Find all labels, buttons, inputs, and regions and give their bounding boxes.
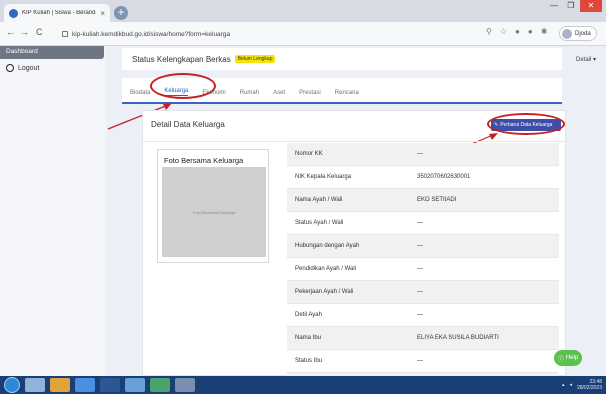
toolbar-icons: ⚲ ☆ ● ● ✱ (486, 27, 547, 36)
row-value: — (417, 243, 423, 249)
family-data-table: Nomor KK — NIK Kepala Keluarga 350207060263… (287, 143, 559, 394)
row-key: Status Ayah / Wali (295, 220, 344, 226)
extension-icon-2[interactable]: ● (528, 27, 533, 36)
sidebar: Dashboard Logout (0, 46, 106, 376)
help-label: Help (565, 355, 579, 361)
maximize-button[interactable]: ❐ (563, 0, 579, 12)
window-controls: — ❐ ✕ (546, 0, 602, 12)
new-tab-button[interactable]: + (114, 6, 128, 20)
row-value: EKO SETIIADI (417, 197, 457, 203)
table-row: Pendidikan Ayah / Wali — (287, 258, 559, 281)
table-row: Pekerjaan Ayah / Wali — (287, 281, 559, 304)
clock-date: 28/02/2023 (576, 385, 602, 391)
table-row: Status Ibu — (287, 350, 559, 373)
table-row: Nama Ayah / Wali EKO SETIIADI (287, 189, 559, 212)
row-key: NIK Kepala Keluarga (295, 174, 352, 180)
row-key: Pendidikan Ayah / Wali (295, 266, 357, 272)
photo-label: Foto Bersama Keluarga (164, 156, 244, 165)
row-key: Nama Ayah / Wali (295, 197, 343, 203)
status-card: Status Kelengkapan Berkas Belum Lengkap (122, 48, 562, 70)
browser-tab[interactable]: KIP Kuliah | Siswa - Beranda × (4, 4, 110, 22)
row-value: — (417, 151, 423, 157)
row-key: Detil Ayah (295, 312, 322, 318)
table-row: Hubungan dengan Ayah — (287, 235, 559, 258)
close-tab-icon[interactable]: × (100, 9, 105, 18)
taskbar-app-5[interactable] (125, 378, 145, 392)
row-key: Nama Ibu (295, 335, 322, 341)
sidebar-item-logout[interactable]: Logout (6, 64, 39, 72)
row-value: — (417, 289, 423, 295)
taskbar-app-6[interactable] (150, 378, 170, 392)
help-icon: ⓘ (557, 356, 564, 363)
url-text: kip-kuliah.kemdikbud.go.id/siswa/home?fo… (72, 30, 231, 38)
tab-title: KIP Kuliah | Siswa - Beranda (22, 10, 97, 16)
main-content: Status Kelengkapan Berkas Belum Lengkap … (106, 46, 606, 394)
taskbar-word[interactable] (100, 378, 120, 392)
row-value: — (417, 312, 423, 318)
bookmark-star-icon[interactable]: ☆ (500, 27, 507, 36)
row-value: — (417, 220, 423, 226)
row-key: Pekerjaan Ayah / Wali (295, 289, 354, 295)
zoom-icon[interactable]: ⚲ (486, 27, 492, 36)
taskbar-chrome[interactable] (75, 378, 95, 392)
row-value: 3502070602630001 (417, 174, 471, 180)
family-photo-card: Foto Bersama Keluarga Foto Bersama Kelua… (157, 149, 269, 263)
detail-dropdown[interactable]: Detail ▾ (576, 56, 596, 63)
start-button[interactable] (4, 377, 20, 393)
profile-button[interactable]: Djoda (559, 26, 597, 41)
clock[interactable]: 23:48 28/02/2023 (577, 379, 602, 391)
network-icon[interactable]: ▴ (562, 382, 565, 388)
logout-label: Logout (18, 64, 40, 72)
row-value: ELIYA EKA SUSILA BUDIARTI (417, 335, 499, 341)
status-badge: Belum Lengkap (234, 55, 276, 63)
tab-prestasi[interactable]: Prestasi (299, 90, 321, 96)
row-key: Status Ibu (295, 358, 323, 364)
volume-icon[interactable]: ◂ (569, 382, 572, 388)
table-row: Status Ayah / Wali — (287, 212, 559, 235)
table-row: NIK Kepala Keluarga 3502070602630001 (287, 166, 559, 189)
taskbar-explorer[interactable] (25, 378, 45, 392)
site-favicon-icon (9, 8, 18, 18)
status-label: Status Kelengkapan Berkas (132, 54, 231, 64)
row-value: — (417, 266, 423, 272)
power-icon (6, 64, 14, 72)
family-photo: Foto Bersama Keluarga (162, 167, 266, 257)
table-row: Nomor KK — (287, 143, 559, 166)
table-row: Nama Ibu ELIYA EKA SUSILA BUDIARTI (287, 327, 559, 350)
os-taskbar: ▴ ◂ 23:48 28/02/2023 (0, 376, 606, 394)
system-tray: ▴ ◂ 23:48 28/02/2023 (562, 379, 602, 391)
lock-icon (62, 31, 68, 37)
extension-icon[interactable]: ● (515, 27, 520, 36)
address-bar[interactable]: kip-kuliah.kemdikbud.go.id/siswa/home?fo… (62, 26, 492, 42)
reload-button[interactable]: C (36, 27, 43, 37)
tab-rumah[interactable]: Rumah (240, 90, 259, 96)
taskbar-app-7[interactable] (175, 378, 195, 392)
minimize-button[interactable]: — (546, 0, 562, 12)
table-row: Detil Ayah — (287, 304, 559, 327)
forward-button[interactable]: → (20, 27, 29, 37)
row-value: — (417, 358, 423, 364)
row-key: Hubungan dengan Ayah (295, 243, 360, 249)
taskbar-folder[interactable] (50, 378, 70, 392)
browser-toolbar: ← → C kip-kuliah.kemdikbud.go.id/siswa/h… (0, 22, 606, 46)
browser-tab-bar: KIP Kuliah | Siswa - Beranda × + — ❐ ✕ (0, 0, 606, 22)
avatar-icon (562, 28, 572, 39)
family-detail-panel: Detail Data Keluarga ✎ Perbarui Data Kel… (142, 110, 567, 394)
sidebar-item-dashboard[interactable]: Dashboard (0, 46, 104, 59)
back-button[interactable]: ← (6, 27, 15, 37)
close-window-button[interactable]: ✕ (580, 0, 602, 12)
profile-name: Djoda (575, 30, 591, 37)
puzzle-extensions-icon[interactable]: ✱ (541, 27, 548, 36)
tab-rencana[interactable]: Rencana (335, 90, 359, 96)
tab-aset[interactable]: Aset (273, 90, 285, 96)
row-key: Nomor KK (295, 151, 323, 157)
panel-title: Detail Data Keluarga (151, 120, 225, 129)
tab-biodata[interactable]: Biodata (130, 90, 150, 96)
annotation-circle-tab (150, 73, 216, 99)
help-button[interactable]: ⓘ Help (554, 350, 582, 366)
panel-divider (143, 141, 567, 142)
